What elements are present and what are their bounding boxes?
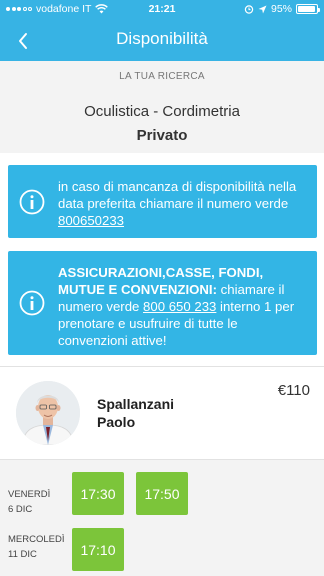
day-date: 6 DIC <box>8 504 33 515</box>
nav-bar: Disponibilità <box>0 20 324 61</box>
time-slot-button[interactable]: 17:10 <box>72 528 124 571</box>
status-right: 95% <box>244 3 320 15</box>
day-weekday: MERCOLEDÌ <box>8 534 65 545</box>
doctor-price: €110 <box>277 382 310 399</box>
battery-percent: 95% <box>270 3 292 15</box>
battery-level <box>298 6 316 12</box>
status-bar: vodafone IT 21:21 95% <box>0 0 324 20</box>
time-slot-button[interactable]: 17:50 <box>136 472 188 515</box>
search-summary: LA TUA RICERCA Oculistica - Cordimetria … <box>0 61 324 153</box>
info-icon <box>19 290 45 316</box>
info-box-availability: in caso di mancanza di disponibilità nel… <box>8 165 317 238</box>
day-weekday: VENERDÌ <box>8 489 51 500</box>
battery-icon <box>296 4 320 14</box>
app-bar: vodafone IT 21:21 95% Disponibilità <box>0 0 324 61</box>
alarm-icon <box>244 5 254 14</box>
phone-link[interactable]: 800 650 233 <box>143 299 216 314</box>
doctor-name: Spallanzani Paolo <box>97 395 174 431</box>
time-slot-button[interactable]: 17:30 <box>72 472 124 515</box>
doctor-firstname: Paolo <box>97 414 136 430</box>
doctor-avatar <box>16 381 80 445</box>
search-type: Privato <box>136 127 188 144</box>
info-box-insurance: ASSICURAZIONI,CASSE, FONDI, MUTUE E CONV… <box>8 251 317 355</box>
location-icon <box>258 5 267 13</box>
phone-link[interactable]: 800650233 <box>58 213 124 228</box>
search-caption: LA TUA RICERCA <box>119 71 205 82</box>
slots-section: VENERDÌ 6 DIC 17:30 17:50 MERCOLEDÌ 11 D… <box>0 459 324 576</box>
day-label: VENERDÌ 6 DIC <box>8 487 50 517</box>
info-box-text: ASSICURAZIONI,CASSE, FONDI, MUTUE E CONV… <box>58 264 309 349</box>
day-date: 11 DIC <box>8 549 37 560</box>
doctor-surname: Spallanzani <box>97 396 175 412</box>
doctor-photo <box>16 381 80 445</box>
search-service: Oculistica - Cordimetria <box>84 103 240 120</box>
info-icon <box>19 189 45 215</box>
doctor-card[interactable]: Spallanzani Paolo €110 <box>0 367 324 459</box>
page-title: Disponibilità <box>116 29 208 48</box>
info-box-text: in caso di mancanza di disponibilità nel… <box>58 178 309 229</box>
info-text: in caso di mancanza di disponibilità nel… <box>58 179 297 211</box>
day-label: MERCOLEDÌ 11 DIC <box>8 532 64 562</box>
